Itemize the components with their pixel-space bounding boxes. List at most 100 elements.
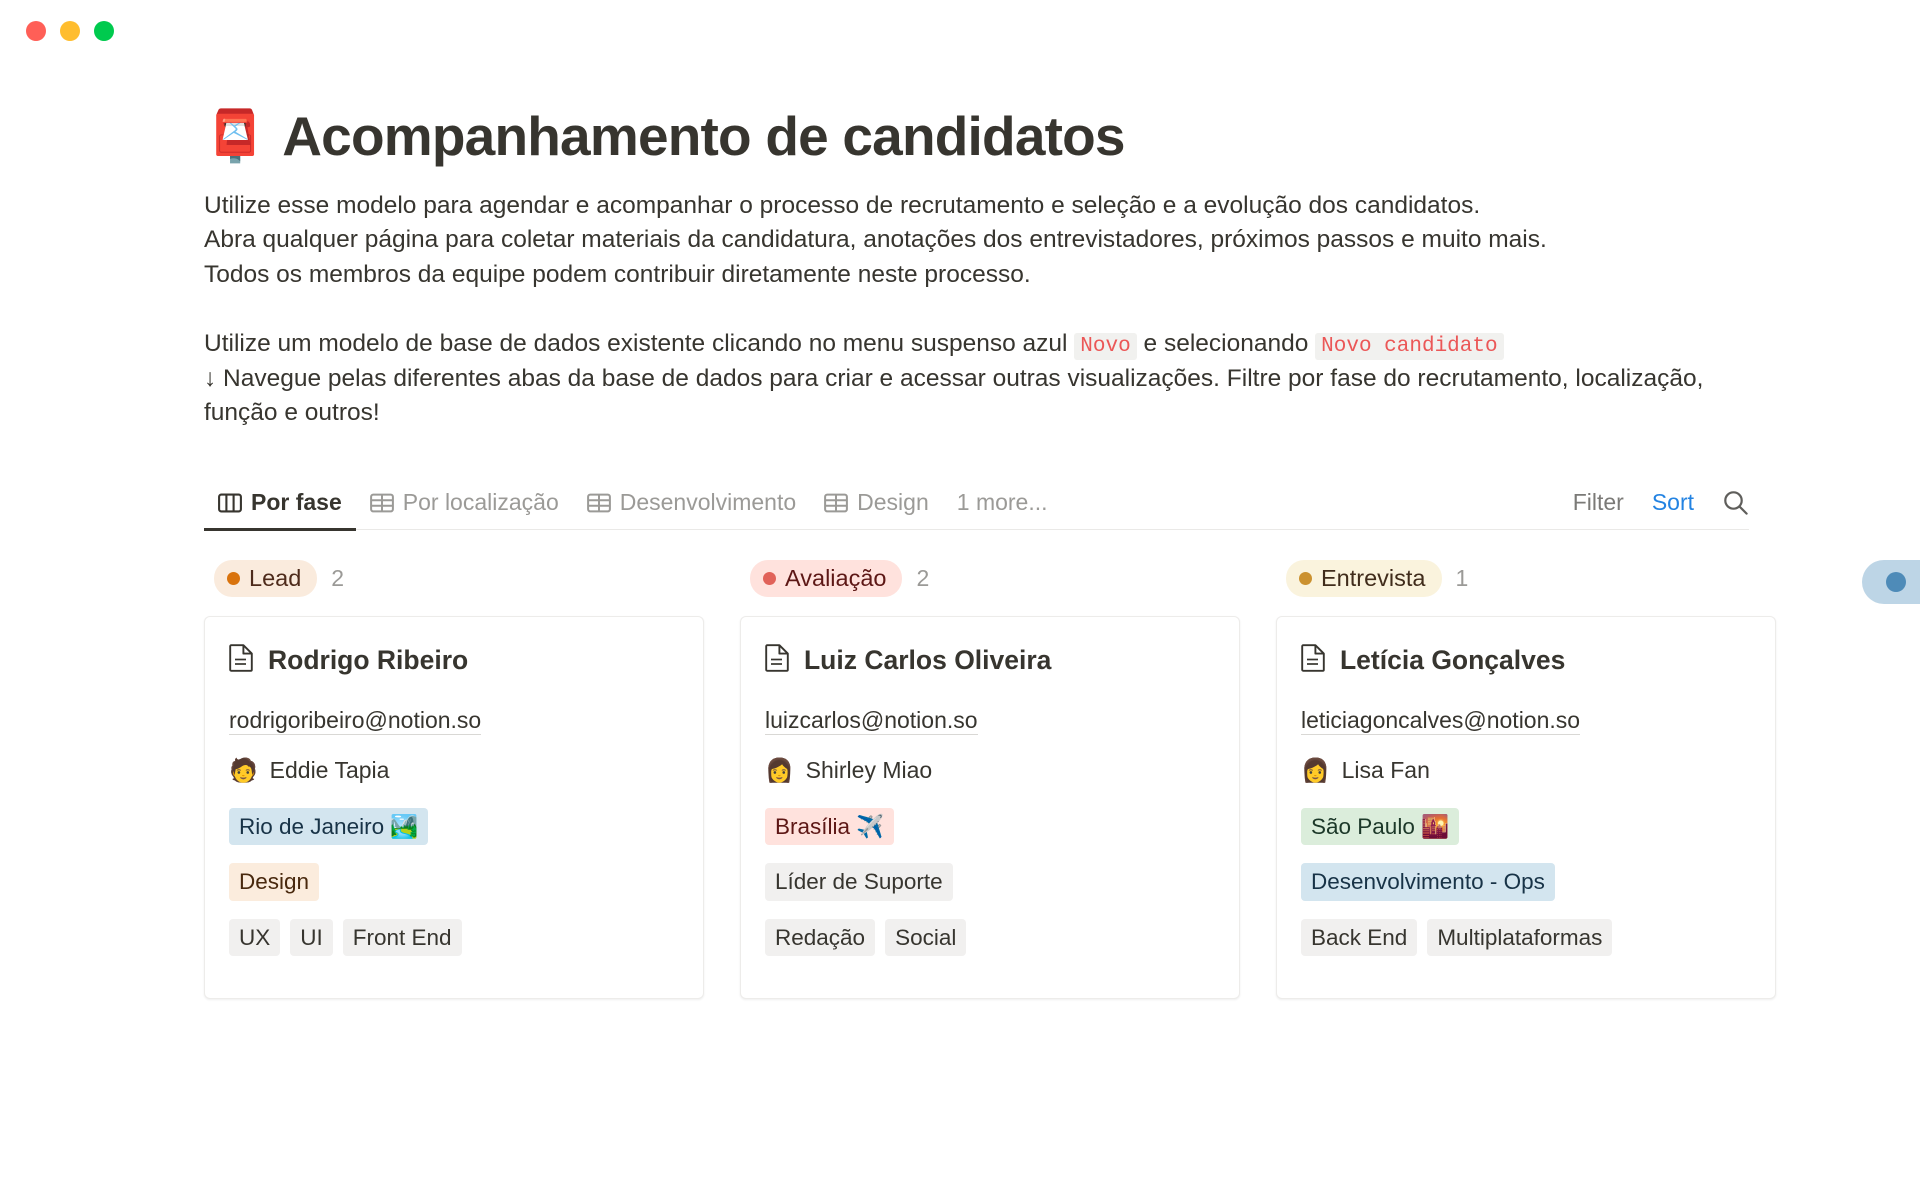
board-card[interactable]: Luiz Carlos Oliveira luizcarlos@notion.s… <box>740 616 1240 999</box>
cursor-dot-icon <box>1886 572 1906 593</box>
board-column-avaliacao: Avaliação 2 Luiz Carlos Oliveira luizcar… <box>740 559 1240 999</box>
card-location-tags: Rio de Janeiro 🏞️ <box>229 808 679 846</box>
location-tag[interactable]: São Paulo 🌇 <box>1301 808 1460 846</box>
tab-label: Por fase <box>251 489 342 516</box>
team-tag[interactable]: Líder de Suporte <box>765 863 953 901</box>
column-header: Avaliação 2 <box>740 559 1240 597</box>
search-icon[interactable] <box>1722 489 1749 516</box>
card-location-tags: Brasília ✈️ <box>765 808 1215 846</box>
tab-label: Desenvolvimento <box>619 489 797 516</box>
avatar: 👩 <box>765 757 794 784</box>
window-close-button[interactable] <box>26 21 46 41</box>
status-label: Avaliação <box>785 564 887 591</box>
column-count: 2 <box>916 564 930 591</box>
skill-tag[interactable]: Multiplataformas <box>1427 918 1613 956</box>
team-tag[interactable]: Desenvolvimento - Ops <box>1301 863 1555 901</box>
status-dot-icon <box>763 571 776 585</box>
status-dot-icon <box>227 571 240 585</box>
database-view-tabs: Por fase Por localização Desenvolvimento… <box>204 483 1058 531</box>
status-badge[interactable]: Lead <box>214 559 318 597</box>
tab-label: Design <box>857 489 929 516</box>
filter-button[interactable]: Filter <box>1573 489 1624 516</box>
column-count: 2 <box>331 564 345 591</box>
card-title-row: Rodrigo Ribeiro <box>229 643 679 677</box>
skill-tag[interactable]: Redação <box>765 918 876 956</box>
assignee-name: Lisa Fan <box>1341 757 1430 784</box>
window-titlebar <box>0 0 1920 62</box>
status-dot-icon <box>1299 571 1312 585</box>
card-skill-tags: Redação Social <box>765 918 1215 956</box>
toolbar-actions: Filter Sort <box>1573 489 1749 529</box>
status-badge[interactable]: Avaliação <box>750 559 903 597</box>
tab-label: Por localização <box>402 489 559 516</box>
board-column-entrevista: Entrevista 1 Letícia Gonçalves leticiago… <box>1276 559 1776 999</box>
card-skill-tags: Back End Multiplataformas <box>1301 918 1751 956</box>
card-team-tags: Líder de Suporte <box>765 863 1215 901</box>
description-paragraph-4: Utilize um modelo de base de dados exist… <box>204 327 1724 362</box>
page-title: Acompanhamento de candidatos <box>282 105 1125 167</box>
cursor-indicator <box>1862 560 1920 605</box>
tab-por-localizacao[interactable]: Por localização <box>356 483 573 529</box>
page-description: Utilize esse modelo para agendar e acomp… <box>204 189 1724 432</box>
status-badge[interactable]: Entrevista <box>1286 559 1442 597</box>
tab-design[interactable]: Design <box>810 483 943 529</box>
card-email-link[interactable]: rodrigoribeiro@notion.so <box>229 707 482 736</box>
card-team-tags: Desenvolvimento - Ops <box>1301 863 1751 901</box>
status-label: Entrevista <box>1321 564 1426 591</box>
card-assignee: 👩 Shirley Miao <box>765 757 1215 784</box>
table-view-icon <box>586 492 611 514</box>
table-view-icon <box>369 492 394 514</box>
card-skill-tags: UX UI Front End <box>229 918 679 956</box>
inline-code-novo-candidato: Novo candidato <box>1315 332 1504 360</box>
card-location-tags: São Paulo 🌇 <box>1301 808 1751 846</box>
postbox-emoji: 📮 <box>204 108 267 165</box>
kanban-board: Lead 2 Rodrigo Ribeiro rodrigoribeiro@no… <box>204 559 1920 999</box>
board-column-lead: Lead 2 Rodrigo Ribeiro rodrigoribeiro@no… <box>204 559 704 999</box>
window-minimize-button[interactable] <box>60 21 80 41</box>
board-card[interactable]: Rodrigo Ribeiro rodrigoribeiro@notion.so… <box>204 616 704 999</box>
card-email-link[interactable]: luizcarlos@notion.so <box>765 707 978 736</box>
table-view-icon <box>824 492 849 514</box>
card-title-row: Luiz Carlos Oliveira <box>765 643 1215 677</box>
page-content: 📮 Acompanhamento de candidatos Utilize e… <box>0 106 1920 999</box>
window-maximize-button[interactable] <box>94 21 114 41</box>
card-title-row: Letícia Gonçalves <box>1301 643 1751 677</box>
description-paragraph-5: ↓ Navegue pelas diferentes abas da base … <box>204 364 1704 427</box>
avatar: 🧑 <box>229 757 258 784</box>
tab-por-fase[interactable]: Por fase <box>204 483 356 531</box>
skill-tag[interactable]: UX <box>229 918 281 956</box>
page-icon <box>1301 643 1326 677</box>
team-tag[interactable]: Design <box>229 863 320 901</box>
database-toolbar: Por fase Por localização Desenvolvimento… <box>204 483 1749 531</box>
column-count: 1 <box>1455 564 1469 591</box>
location-tag[interactable]: Rio de Janeiro 🏞️ <box>229 808 429 846</box>
description-paragraph-3: Todos os membros da equipe podem contrib… <box>204 261 1031 289</box>
card-title: Luiz Carlos Oliveira <box>804 644 1052 675</box>
para4-text-2: e selecionando <box>1136 329 1316 357</box>
card-assignee: 👩 Lisa Fan <box>1301 757 1751 784</box>
page-icon <box>229 643 254 677</box>
skill-tag[interactable]: UI <box>290 918 333 956</box>
location-tag[interactable]: Brasília ✈️ <box>765 808 895 846</box>
card-email-link[interactable]: leticiagoncalves@notion.so <box>1301 707 1581 736</box>
description-paragraph-1: Utilize esse modelo para agendar e acomp… <box>204 191 1481 219</box>
page-icon <box>765 643 790 677</box>
sort-button[interactable]: Sort <box>1652 489 1694 516</box>
tab-desenvolvimento[interactable]: Desenvolvimento <box>573 483 810 529</box>
tabs-more-button[interactable]: 1 more... <box>943 483 1058 529</box>
column-header: Entrevista 1 <box>1276 559 1776 597</box>
board-view-icon <box>218 492 242 514</box>
skill-tag[interactable]: Social <box>885 918 967 956</box>
card-team-tags: Design <box>229 863 679 901</box>
para4-text-1: Utilize um modelo de base de dados exist… <box>204 329 1075 357</box>
skill-tag[interactable]: Front End <box>342 918 462 956</box>
skill-tag[interactable]: Back End <box>1301 918 1418 956</box>
avatar: 👩 <box>1301 757 1330 784</box>
assignee-name: Shirley Miao <box>805 757 933 784</box>
assignee-name: Eddie Tapia <box>269 757 390 784</box>
board-card[interactable]: Letícia Gonçalves leticiagoncalves@notio… <box>1276 616 1776 999</box>
card-title: Letícia Gonçalves <box>1340 644 1566 675</box>
card-assignee: 🧑 Eddie Tapia <box>229 757 679 784</box>
description-paragraph-2: Abra qualquer página para coletar materi… <box>204 226 1547 254</box>
